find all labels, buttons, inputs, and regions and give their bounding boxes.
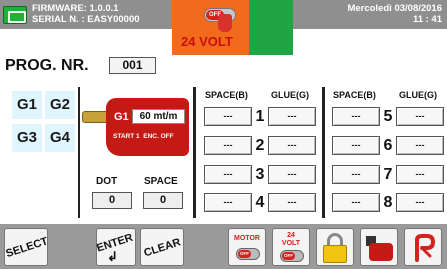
column-header-space: SPACE(B)	[333, 90, 376, 100]
battery-icon	[3, 6, 27, 24]
glue-gun-panel[interactable]: G1 60 mt/m START 1 ENC. OFF DOT SPACE 0 …	[80, 87, 193, 218]
space-field-5[interactable]: ---	[332, 107, 380, 126]
glue-field-5[interactable]: ---	[396, 107, 444, 126]
brand-button[interactable]	[404, 228, 442, 266]
space-field-8[interactable]: ---	[332, 193, 380, 212]
firmware-value: 1.0.0.1	[89, 3, 119, 14]
space-field-3[interactable]: ---	[204, 165, 252, 184]
glue-field-3[interactable]: ---	[268, 165, 316, 184]
divider	[193, 87, 196, 218]
program-number-field[interactable]: 001	[109, 57, 156, 74]
volt-label: 24 VOLT	[181, 34, 233, 49]
space-label: SPACE	[144, 176, 178, 187]
header-bar: FIRMWARE: 1.0.0.1 SERIAL N. : EASY00000 …	[0, 0, 447, 55]
group-button-g2[interactable]: G2	[45, 91, 75, 119]
volt-24-toolbar-button[interactable]: 24 VOLT OFF	[272, 228, 310, 266]
glue-field-7[interactable]: ---	[396, 165, 444, 184]
datetime: Mercoledì 03/08/2016 11 : 41	[347, 3, 442, 25]
row-number-8: 8	[383, 194, 393, 211]
space-field-1[interactable]: ---	[204, 107, 252, 126]
clear-label: CLEAR	[142, 236, 183, 260]
lock-icon	[323, 245, 347, 263]
column-header-glue: GLUE(G)	[271, 90, 309, 100]
glue-field-6[interactable]: ---	[396, 136, 444, 155]
toggle-switch-icon: OFF	[280, 250, 304, 262]
glue-field-8[interactable]: ---	[396, 193, 444, 212]
pump-button[interactable]	[360, 228, 398, 266]
brand-logo-icon	[415, 234, 435, 262]
status-indicator	[249, 0, 293, 55]
glue-gun-icon: G1 60 mt/m START 1 ENC. OFF	[106, 98, 189, 156]
row-number-4: 4	[255, 194, 265, 211]
dot-field[interactable]: 0	[92, 192, 132, 209]
volt-state: OFF	[282, 252, 295, 260]
row-number-6: 6	[383, 137, 393, 154]
datetime-panel: Mercoledì 03/08/2016 11 : 41	[293, 0, 447, 29]
glue-field-2[interactable]: ---	[268, 136, 316, 155]
program-number-label: PROG. NR.	[5, 57, 89, 74]
glue-field-1[interactable]: ---	[268, 107, 316, 126]
serial-label: SERIAL N. :	[32, 14, 85, 25]
lock-button[interactable]	[316, 228, 354, 266]
space-field-6[interactable]: ---	[332, 136, 380, 155]
motor-label: MOTOR	[234, 235, 260, 242]
volt-24-button[interactable]: OFF 24 VOLT	[172, 0, 249, 55]
clear-button[interactable]: CLEAR	[140, 228, 184, 266]
toggle-switch-icon: OFF	[236, 248, 260, 260]
glue-pump-icon	[369, 243, 393, 261]
volt-label-line1: 24	[287, 232, 295, 239]
enter-button[interactable]: ENTER ↲	[95, 228, 136, 266]
row-number-2: 2	[255, 137, 265, 154]
select-button[interactable]: SELECT	[4, 228, 49, 266]
divider	[322, 87, 325, 218]
day-name: Mercoledì	[347, 3, 392, 14]
space-field-4[interactable]: ---	[204, 193, 252, 212]
serial-value: EASY00000	[87, 14, 140, 25]
gun-start: START 1	[113, 133, 140, 140]
row-number-7: 7	[383, 166, 393, 183]
volt-label-line2: VOLT	[281, 240, 301, 247]
firmware-info: FIRMWARE: 1.0.0.1 SERIAL N. : EASY00000	[32, 3, 140, 25]
select-label: SELECT	[4, 235, 50, 261]
gun-status: START 1 ENC. OFF	[113, 133, 174, 140]
group-button-g1[interactable]: G1	[12, 91, 42, 119]
motor-button[interactable]: MOTOR OFF	[228, 228, 266, 266]
row-number-3: 3	[255, 166, 265, 183]
column-header-space: SPACE(B)	[205, 90, 248, 100]
row-number-1: 1	[255, 108, 265, 125]
group-button-g4[interactable]: G4	[45, 124, 75, 152]
glue-field-4[interactable]: ---	[268, 193, 316, 212]
space-field[interactable]: 0	[143, 192, 183, 209]
date-value: 03/08/2016	[394, 3, 442, 14]
dot-label: DOT	[96, 176, 118, 187]
gun-name: G1	[114, 111, 129, 123]
enter-arrow-icon: ↲	[107, 249, 118, 264]
hand-pointer-icon	[218, 14, 232, 32]
firmware-panel: FIRMWARE: 1.0.0.1 SERIAL N. : EASY00000	[0, 0, 172, 29]
space-field-2[interactable]: ---	[204, 136, 252, 155]
time-value: 11 : 41	[412, 14, 442, 25]
group-button-g3[interactable]: G3	[12, 124, 42, 152]
gun-encoder: ENC. OFF	[143, 133, 174, 140]
motor-state: OFF	[238, 250, 251, 258]
gun-speed: 60 mt/m	[132, 109, 185, 124]
space-field-7[interactable]: ---	[332, 165, 380, 184]
column-header-glue: GLUE(G)	[399, 90, 437, 100]
row-number-5: 5	[383, 108, 393, 125]
firmware-label: FIRMWARE:	[32, 3, 87, 14]
